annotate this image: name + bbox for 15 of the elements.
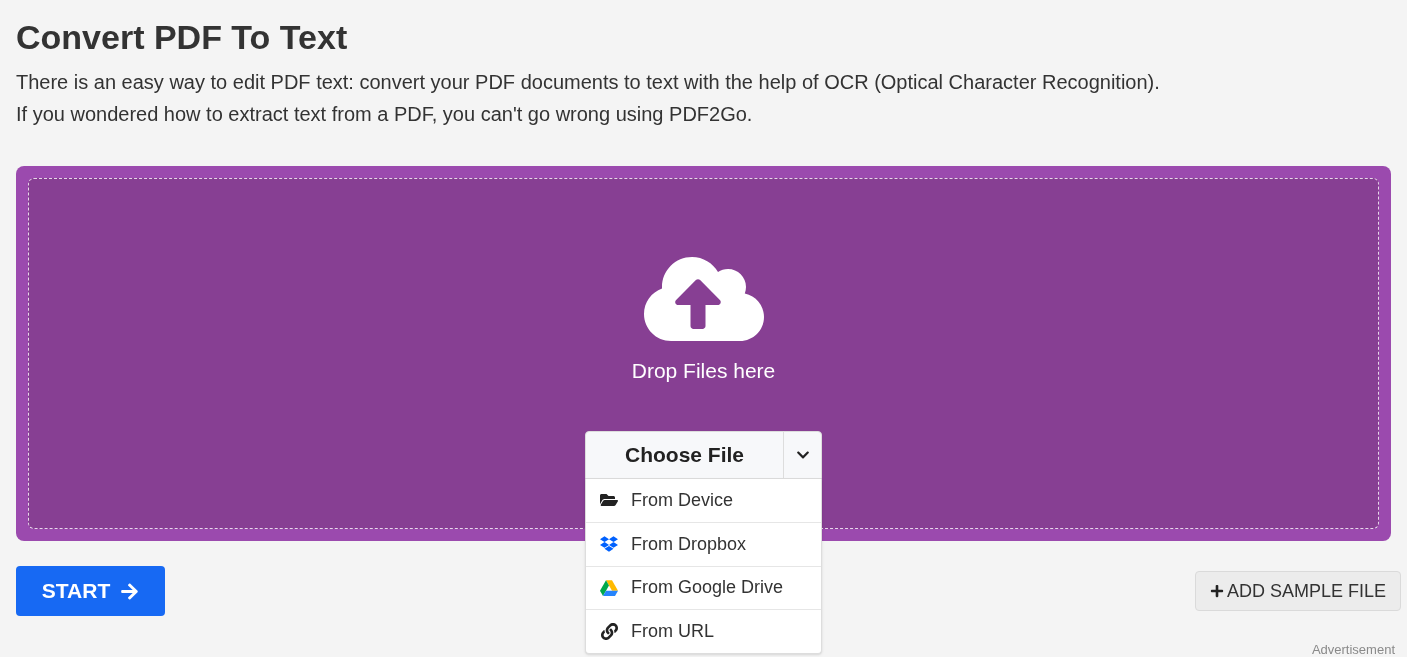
link-icon: [600, 622, 618, 640]
menu-item[interactable]: From Device: [586, 478, 821, 522]
drop-label: Drop Files here: [631, 358, 776, 384]
menu-item[interactable]: From Dropbox: [586, 522, 821, 566]
description: There is an easy way to edit PDF text: convert your PDF documents to text with the help of OCR (Optical Character Recognition). If you wondered how to extract text from a PDF, you can't go wrong using PDF2Go.: [16, 70, 1161, 127]
page-title: Convert PDF To Text: [16, 17, 349, 58]
menu-item[interactable]: From Google Drive: [586, 565, 821, 609]
dropbox-icon: [600, 535, 618, 554]
menu-item[interactable]: From URL: [586, 609, 821, 653]
add-sample-button[interactable]: ADD SAMPLE FILE: [1194, 571, 1401, 611]
start-button[interactable]: START: [16, 566, 165, 616]
arrow-right-icon: [120, 581, 140, 601]
folder-icon: [600, 492, 618, 509]
plus-icon: [1209, 584, 1224, 598]
drive-icon: [600, 579, 618, 596]
